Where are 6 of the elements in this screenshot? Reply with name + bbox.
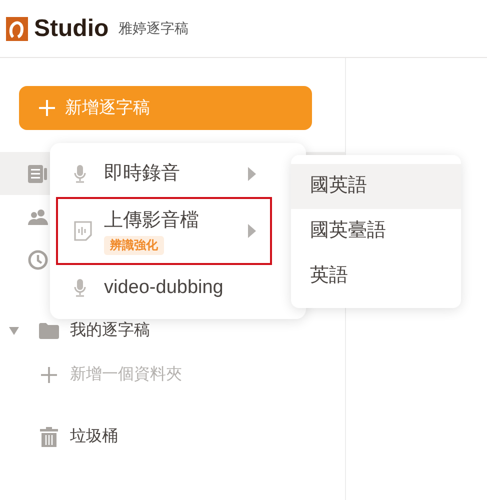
menu-item-label: 上傳影音檔 — [104, 208, 199, 232]
enhanced-badge: 辨識強化 — [104, 236, 164, 254]
brand-name: Studio — [34, 14, 109, 44]
menu-item-label: 即時錄音 — [104, 162, 180, 186]
menu-item-label: video-dubbing — [104, 276, 224, 300]
workspace-name: 雅婷逐字稿 — [118, 19, 189, 38]
